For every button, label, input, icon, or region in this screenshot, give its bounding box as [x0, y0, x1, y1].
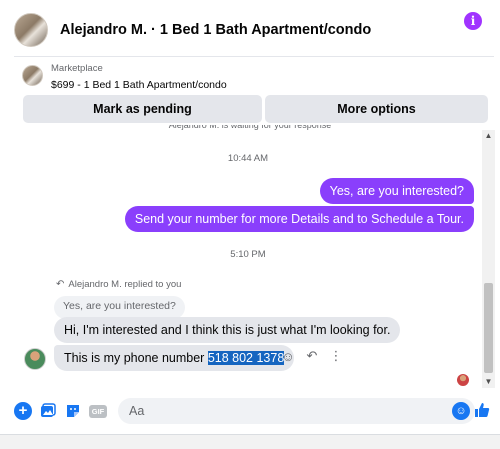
- sticker-icon[interactable]: [64, 402, 82, 420]
- message-actions: ☺ ↶ ⋮: [281, 348, 343, 364]
- listing-avatar[interactable]: [14, 13, 48, 47]
- photo-icon[interactable]: [39, 402, 57, 420]
- message-input-box[interactable]: ☺: [118, 398, 475, 424]
- emoji-icon[interactable]: ☺: [452, 402, 470, 420]
- react-emoji-icon[interactable]: ☺: [281, 349, 295, 364]
- chat-header: Alejandro M. · 1 Bed 1 Bath Apartment/co…: [14, 9, 494, 51]
- listing-title: $699 - 1 Bed 1 Bath Apartment/condo: [51, 79, 227, 91]
- window-bottom-edge: [0, 434, 500, 449]
- seen-indicator-avatar: [457, 374, 469, 386]
- waiting-notice: Alejandro M. is waiting for your respons…: [168, 125, 332, 130]
- scroll-down-icon[interactable]: ▼: [482, 376, 495, 388]
- chat-scrollbar[interactable]: ▲ ▼: [482, 130, 495, 388]
- reply-header: ↶ Alejandro M. replied to you: [56, 279, 181, 290]
- listing-thumbnail: [22, 65, 43, 86]
- messenger-chat-window: Alejandro M. · 1 Bed 1 Bath Apartment/co…: [0, 0, 500, 449]
- reply-arrow-icon: ↶: [56, 279, 65, 290]
- incoming-message[interactable]: This is my phone number 518 802 1378: [54, 345, 295, 371]
- reply-icon[interactable]: ↶: [305, 348, 319, 364]
- timestamp: 10:44 AM: [227, 153, 269, 164]
- replied-label: Alejandro M. replied to you: [68, 279, 182, 290]
- header-divider: [14, 56, 494, 57]
- chat-title[interactable]: Alejandro M. · 1 Bed 1 Bath Apartment/co…: [60, 22, 371, 38]
- outgoing-message[interactable]: Yes, are you interested?: [319, 178, 474, 204]
- more-vertical-icon[interactable]: ⋮: [329, 348, 343, 364]
- listing-text: Marketplace $699 - 1 Bed 1 Bath Apartmen…: [51, 63, 227, 92]
- gif-icon[interactable]: GIF: [89, 404, 107, 418]
- quoted-message[interactable]: Yes, are you interested?: [54, 296, 185, 319]
- scroll-thumb[interactable]: [484, 283, 493, 373]
- info-icon[interactable]: i: [464, 12, 482, 30]
- timestamp: 5:10 PM: [230, 249, 266, 260]
- message-input[interactable]: [118, 398, 438, 424]
- message-composer: + GIF ☺: [14, 393, 494, 429]
- listing-source: Marketplace: [51, 63, 103, 74]
- message-text: This is my phone number: [64, 351, 208, 365]
- plus-icon[interactable]: +: [14, 402, 32, 420]
- incoming-message[interactable]: Hi, I'm interested and I think this is j…: [54, 317, 401, 343]
- sender-avatar[interactable]: [24, 348, 46, 370]
- phone-number-selection[interactable]: 518 802 1378: [207, 351, 285, 365]
- thumbs-up-icon[interactable]: [473, 401, 491, 424]
- mark-as-pending-button[interactable]: Mark as pending: [23, 95, 262, 123]
- scroll-up-icon[interactable]: ▲: [482, 130, 495, 142]
- outgoing-message[interactable]: Send your number for more Details and to…: [124, 206, 474, 232]
- more-options-button[interactable]: More options: [265, 95, 488, 123]
- marketplace-listing[interactable]: Marketplace $699 - 1 Bed 1 Bath Apartmen…: [22, 63, 227, 95]
